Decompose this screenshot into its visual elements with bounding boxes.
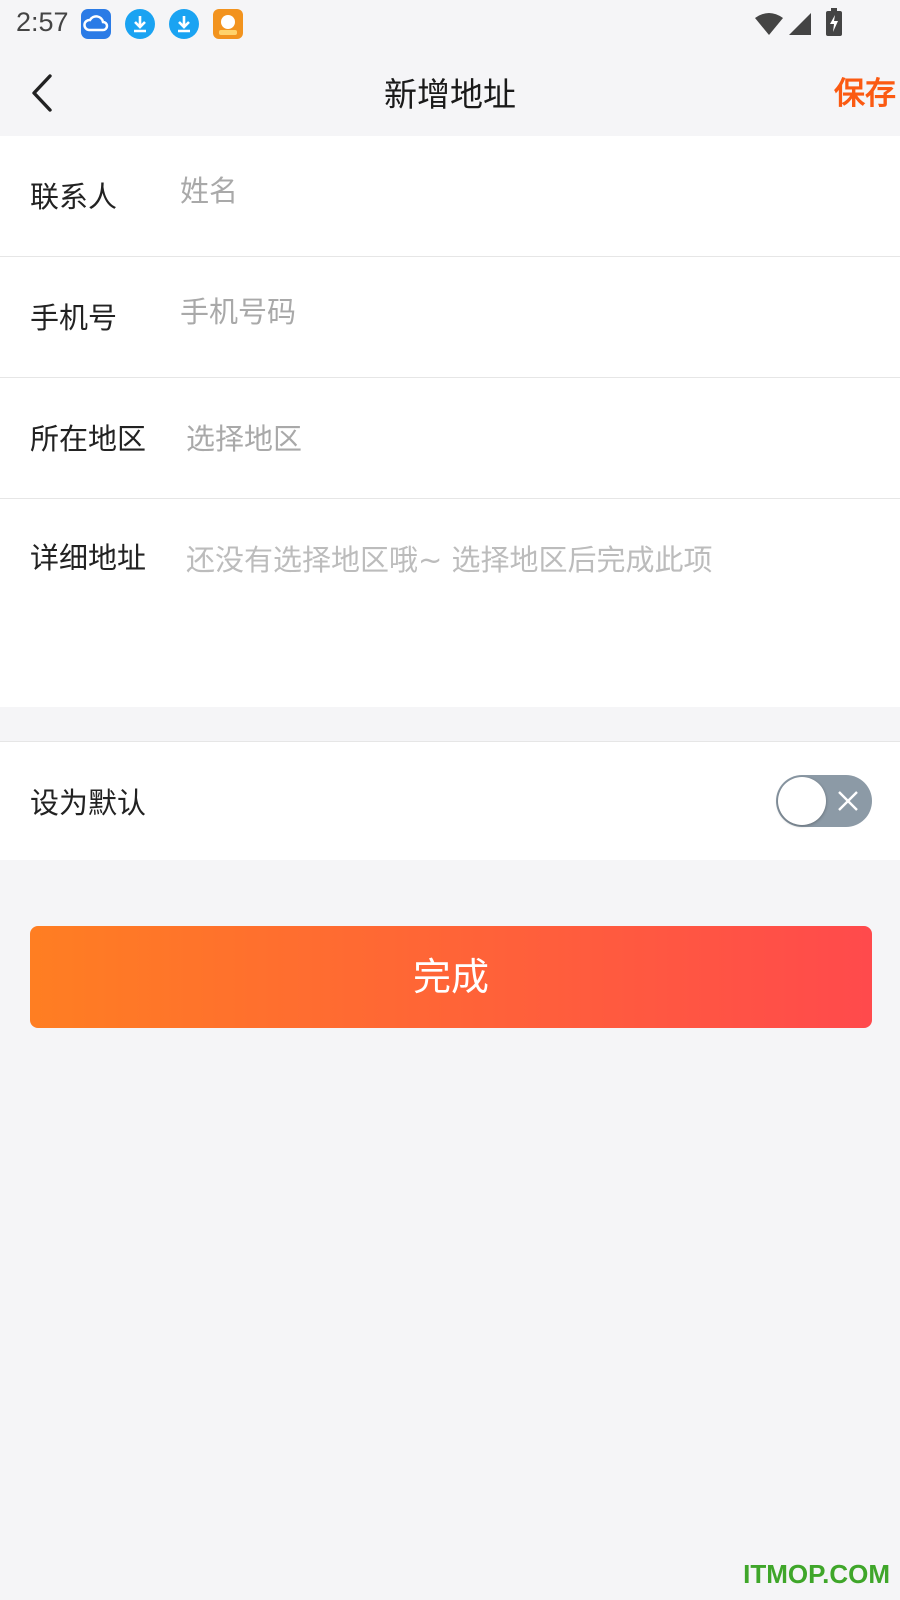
cloud-app-icon <box>81 9 111 39</box>
detail-address-input[interactable]: 还没有选择地区哦~ 选择地区后完成此项 <box>186 537 713 579</box>
status-bar: 2:57 <box>0 0 900 50</box>
download-icon <box>169 9 199 39</box>
app-icon <box>213 9 243 39</box>
phone-row: 手机号 <box>0 257 900 378</box>
default-toggle[interactable] <box>776 775 872 827</box>
default-address-row: 设为默认 <box>0 741 900 860</box>
phone-input[interactable] <box>180 287 860 337</box>
watermark: ITMOP.COM <box>743 1559 890 1589</box>
done-button[interactable]: 完成 <box>30 926 872 1028</box>
download-icon <box>125 9 155 39</box>
close-icon <box>838 791 858 811</box>
region-selector[interactable]: 选择地区 <box>186 416 302 458</box>
region-label: 所在地区 <box>30 422 147 456</box>
save-button[interactable]: 保存 <box>834 68 896 113</box>
phone-label: 手机号 <box>30 301 118 335</box>
detail-address-label: 详细地址 <box>30 541 147 575</box>
status-time: 2:57 <box>16 7 69 37</box>
default-label: 设为默认 <box>30 786 147 820</box>
contact-row: 联系人 <box>0 136 900 257</box>
page-title: 新增地址 <box>384 75 516 114</box>
detail-address-row: 详细地址 还没有选择地区哦~ 选择地区后完成此项 <box>0 499 900 707</box>
signal-icon <box>789 13 811 35</box>
wifi-icon <box>755 13 783 35</box>
contact-label: 联系人 <box>30 180 118 214</box>
battery-icon <box>826 8 842 36</box>
toggle-knob <box>778 777 826 825</box>
contact-name-input[interactable] <box>180 166 860 216</box>
nav-bar: 新增地址 保存 <box>0 50 900 136</box>
address-form: 联系人 手机号 所在地区 选择地区 详细地址 还没有选择地区哦~ 选择地区后完成… <box>0 136 900 707</box>
region-row[interactable]: 所在地区 选择地区 <box>0 378 900 499</box>
